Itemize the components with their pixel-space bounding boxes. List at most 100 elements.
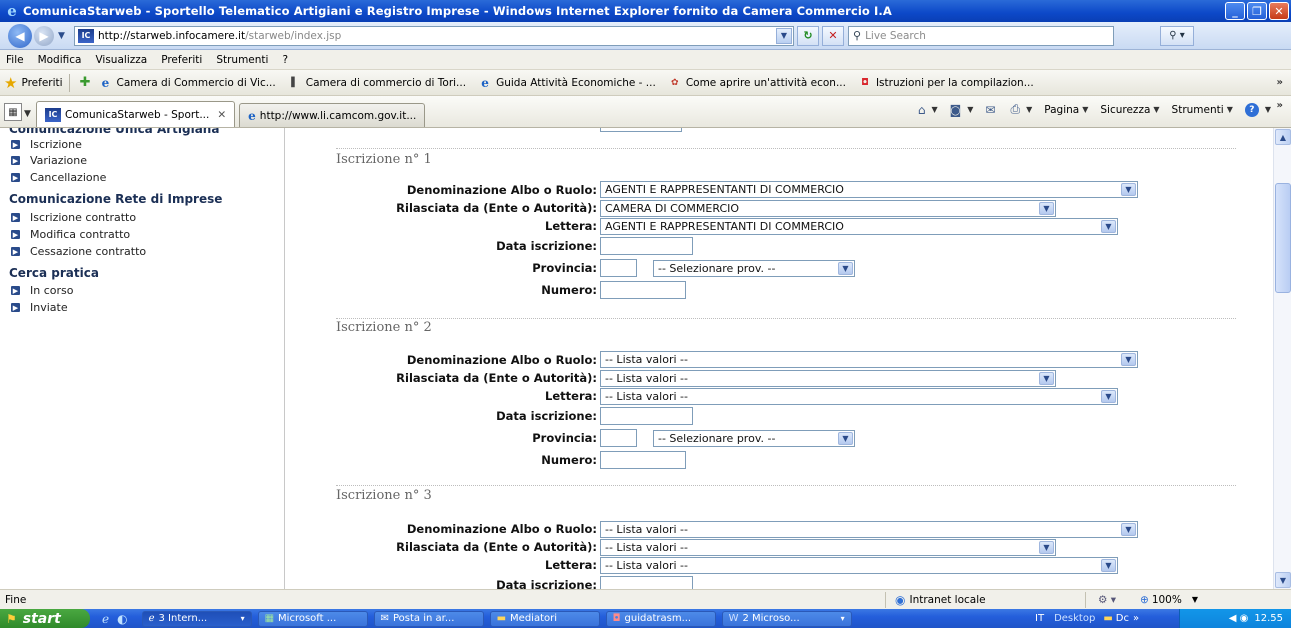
refresh-button[interactable]: ↻ (797, 25, 819, 46)
vertical-scrollbar[interactable]: ▲ ▼ (1273, 128, 1291, 589)
history-dropdown-icon[interactable]: ▼ (58, 31, 68, 41)
ente-select-3[interactable]: -- Lista valori -- ▼ (600, 539, 1056, 556)
chevron-down-icon: ▼ (1121, 353, 1136, 366)
numero-input-2[interactable] (600, 451, 686, 469)
tools-menu[interactable]: Strumenti ▼ (1172, 104, 1233, 116)
lettera-select-1[interactable]: AGENTI E RAPPRESENTANTI DI COMMERCIO ▼ (600, 218, 1118, 235)
security-zone[interactable]: ◉ Intranet locale (895, 593, 986, 607)
favorite-item[interactable]: e Camera di Commercio di Vic... (98, 76, 276, 90)
data-iscrizione-input-1[interactable] (600, 237, 693, 255)
albo-select-3[interactable]: -- Lista valori -- ▼ (600, 521, 1138, 538)
stop-button[interactable]: ✕ (822, 25, 844, 46)
scroll-down-icon[interactable]: ▼ (1275, 572, 1291, 588)
separator (1085, 592, 1086, 608)
start-button[interactable]: ⚑ start (0, 609, 90, 628)
folder-icon: ▬ (496, 613, 507, 624)
tab-comunicastarweb[interactable]: IC ComunicaStarweb - Sport... ✕ (36, 101, 236, 127)
favorites-star-icon[interactable]: ★ (4, 74, 17, 92)
tab-list-dropdown-icon[interactable]: ▼ (24, 109, 36, 119)
menu-modifica[interactable]: Modifica (38, 54, 82, 66)
network-icon[interactable]: ◀ ◉ (1229, 613, 1249, 624)
numero-input-1[interactable] (600, 281, 686, 299)
favorites-button[interactable]: Preferiti (21, 77, 62, 89)
language-bar[interactable]: IT Desktop ▬ Dc » (1035, 613, 1139, 624)
favorite-item[interactable]: ◘ Istruzioni per la compilazion... (858, 76, 1034, 90)
feeds-button[interactable]: ◙ ▼ (950, 103, 974, 117)
lettera-select-3[interactable]: -- Lista valori -- ▼ (600, 557, 1118, 574)
menu-file[interactable]: File (6, 54, 24, 66)
provincia-input-1[interactable] (600, 259, 637, 277)
taskbar-item-pdf[interactable]: ◘ guidatrasm... (605, 610, 716, 627)
live-search-input[interactable]: ⚲ Live Search (848, 25, 1114, 46)
albo-select-1[interactable]: AGENTI E RAPPRESENTANTI DI COMMERCIO ▼ (600, 181, 1138, 198)
arrow-bullet-icon: ▶ (11, 173, 20, 182)
ie-quicklaunch-icon[interactable]: ℯ (102, 612, 109, 626)
close-button[interactable]: ✕ (1269, 2, 1289, 20)
address-input[interactable]: IC http://starweb.infocamere.it/starweb/… (74, 25, 794, 46)
scroll-up-icon[interactable]: ▲ (1275, 129, 1291, 145)
favorite-item[interactable]: e Guida Attività Economiche - ... (478, 76, 656, 90)
sidebar-item-iscrizione[interactable]: ▶ Iscrizione (11, 138, 82, 151)
clock: 12.55 (1254, 613, 1283, 624)
security-menu[interactable]: Sicurezza ▼ (1100, 104, 1159, 116)
sidebar-item-iscrizione-contratto[interactable]: ▶ Iscrizione contratto (11, 211, 136, 224)
maximize-button[interactable]: ❐ (1247, 2, 1267, 20)
sidebar: Comunicazione Unica Artigiana ▶ Iscrizion… (0, 128, 285, 589)
search-button[interactable]: ⚲ ▾ (1160, 25, 1194, 46)
zoom-control[interactable]: ⊕ 100% ▼ (1140, 594, 1198, 606)
label-lettera: Lettera: (545, 389, 597, 403)
menu-visualizza[interactable]: Visualizza (95, 54, 147, 66)
quick-tabs-icon[interactable]: ▦ (4, 103, 22, 121)
sidebar-item-cancellazione[interactable]: ▶ Cancellazione (11, 171, 106, 184)
taskbar-item-mail[interactable]: ✉ Posta in ar... (373, 610, 484, 627)
add-favorite-icon[interactable]: ✚ (80, 75, 91, 90)
ente-select-2[interactable]: -- Lista valori -- ▼ (600, 370, 1056, 387)
help-menu[interactable]: ? ▼ (1244, 102, 1271, 117)
close-tab-icon[interactable]: ✕ (217, 109, 226, 121)
ie-logo-icon: e (7, 2, 17, 20)
scroll-thumb[interactable] (1275, 183, 1291, 293)
ente-select-1[interactable]: CAMERA DI COMMERCIO ▼ (600, 200, 1056, 217)
sidebar-item-inviate[interactable]: ▶ Inviate (11, 301, 68, 314)
data-iscrizione-input-2[interactable] (600, 407, 693, 425)
address-dropdown-icon[interactable]: ▼ (776, 27, 792, 44)
chevron-down-icon: ▼ (1101, 220, 1116, 233)
provincia-select-1[interactable]: -- Selezionare prov. -- ▼ (653, 260, 855, 277)
menu-strumenti[interactable]: Strumenti (216, 54, 268, 66)
home-button[interactable]: ⌂ ▼ (918, 103, 938, 117)
page-menu[interactable]: Pagina ▼ (1044, 104, 1088, 116)
taskbar-item-word[interactable]: W2 Microso... ▾ (721, 610, 852, 627)
lettera-select-2[interactable]: -- Lista valori -- ▼ (600, 388, 1118, 405)
sidebar-item-modifica-contratto[interactable]: ▶ Modifica contratto (11, 228, 130, 241)
tab-licamcom[interactable]: e http://www.li.camcom.gov.it... (239, 103, 426, 127)
print-button[interactable]: ⎙ ▼ (1010, 102, 1032, 117)
taskbar-item-ie[interactable]: ℯ3 Intern... ▾ (141, 610, 252, 627)
more-favorites-chevron-icon[interactable]: » (1277, 77, 1283, 88)
status-bar: Fine ◉ Intranet locale ⚙ ▾ ⊕ 100% ▼ (0, 589, 1291, 609)
data-iscrizione-input-3[interactable] (600, 576, 693, 589)
taskbar-item-folder[interactable]: ▬ Mediatori (489, 610, 600, 627)
provincia-input-2[interactable] (600, 429, 637, 447)
outlook-quicklaunch-icon[interactable]: ◐ (117, 612, 127, 626)
sidebar-heading-cerca: Cerca pratica (9, 266, 99, 280)
inbox-icon: ✉ (380, 613, 389, 624)
menu-help[interactable]: ? (282, 54, 288, 66)
protected-mode-icon[interactable]: ⚙ ▾ (1098, 594, 1116, 606)
mail-button[interactable]: ✉ (985, 103, 998, 117)
taskbar-item-excel[interactable]: ▦ Microsoft ... (257, 610, 368, 627)
minimize-button[interactable]: _ (1225, 2, 1245, 20)
sidebar-item-variazione[interactable]: ▶ Variazione (11, 154, 87, 167)
more-commands-chevron-icon[interactable]: » (1277, 100, 1283, 111)
provincia-select-2[interactable]: -- Selezionare prov. -- ▼ (653, 430, 855, 447)
forward-button[interactable]: ▶ (34, 25, 54, 46)
label-data: Data iscrizione: (496, 578, 597, 589)
menu-preferiti[interactable]: Preferiti (161, 54, 202, 66)
albo-select-2[interactable]: -- Lista valori -- ▼ (600, 351, 1138, 368)
label-albo: Denominazione Albo o Ruolo: (406, 353, 597, 367)
back-button[interactable]: ◀ (8, 23, 32, 48)
favorite-item[interactable]: ▌ Camera di commercio di Tori... (288, 76, 466, 90)
sidebar-item-in-corso[interactable]: ▶ In corso (11, 284, 73, 297)
favorite-item[interactable]: ✿ Come aprire un'attività econ... (668, 76, 846, 90)
sidebar-item-cessazione-contratto[interactable]: ▶ Cessazione contratto (11, 245, 146, 258)
numero-input-prev[interactable] (600, 128, 682, 132)
